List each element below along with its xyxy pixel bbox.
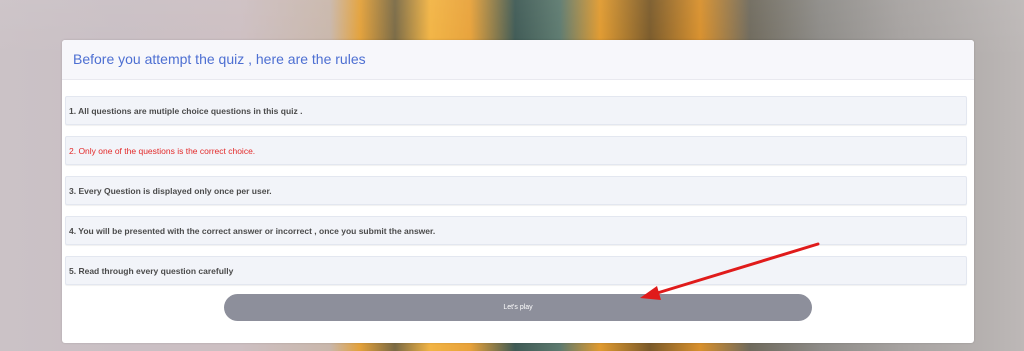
rule-text: 3. Every Question is displayed only once… <box>69 186 272 196</box>
lets-play-button[interactable]: Let's play <box>224 294 812 321</box>
rule-text: 4. You will be presented with the correc… <box>69 226 436 236</box>
rule-item: 1. All questions are mutiple choice ques… <box>65 96 967 125</box>
rule-item: 4. You will be presented with the correc… <box>65 216 967 245</box>
card-header: Before you attempt the quiz , here are t… <box>62 40 974 80</box>
rule-text: 1. All questions are mutiple choice ques… <box>69 106 303 116</box>
quiz-rules-card: Before you attempt the quiz , here are t… <box>62 40 974 343</box>
rule-text: 5. Read through every question carefully <box>69 266 234 276</box>
rules-list: 1. All questions are mutiple choice ques… <box>65 96 967 296</box>
rule-item: 3. Every Question is displayed only once… <box>65 176 967 205</box>
rule-text: 2. Only one of the questions is the corr… <box>69 146 256 156</box>
page-title: Before you attempt the quiz , here are t… <box>73 51 366 67</box>
rule-item: 5. Read through every question carefully <box>65 256 967 285</box>
rule-item: 2. Only one of the questions is the corr… <box>65 136 967 165</box>
